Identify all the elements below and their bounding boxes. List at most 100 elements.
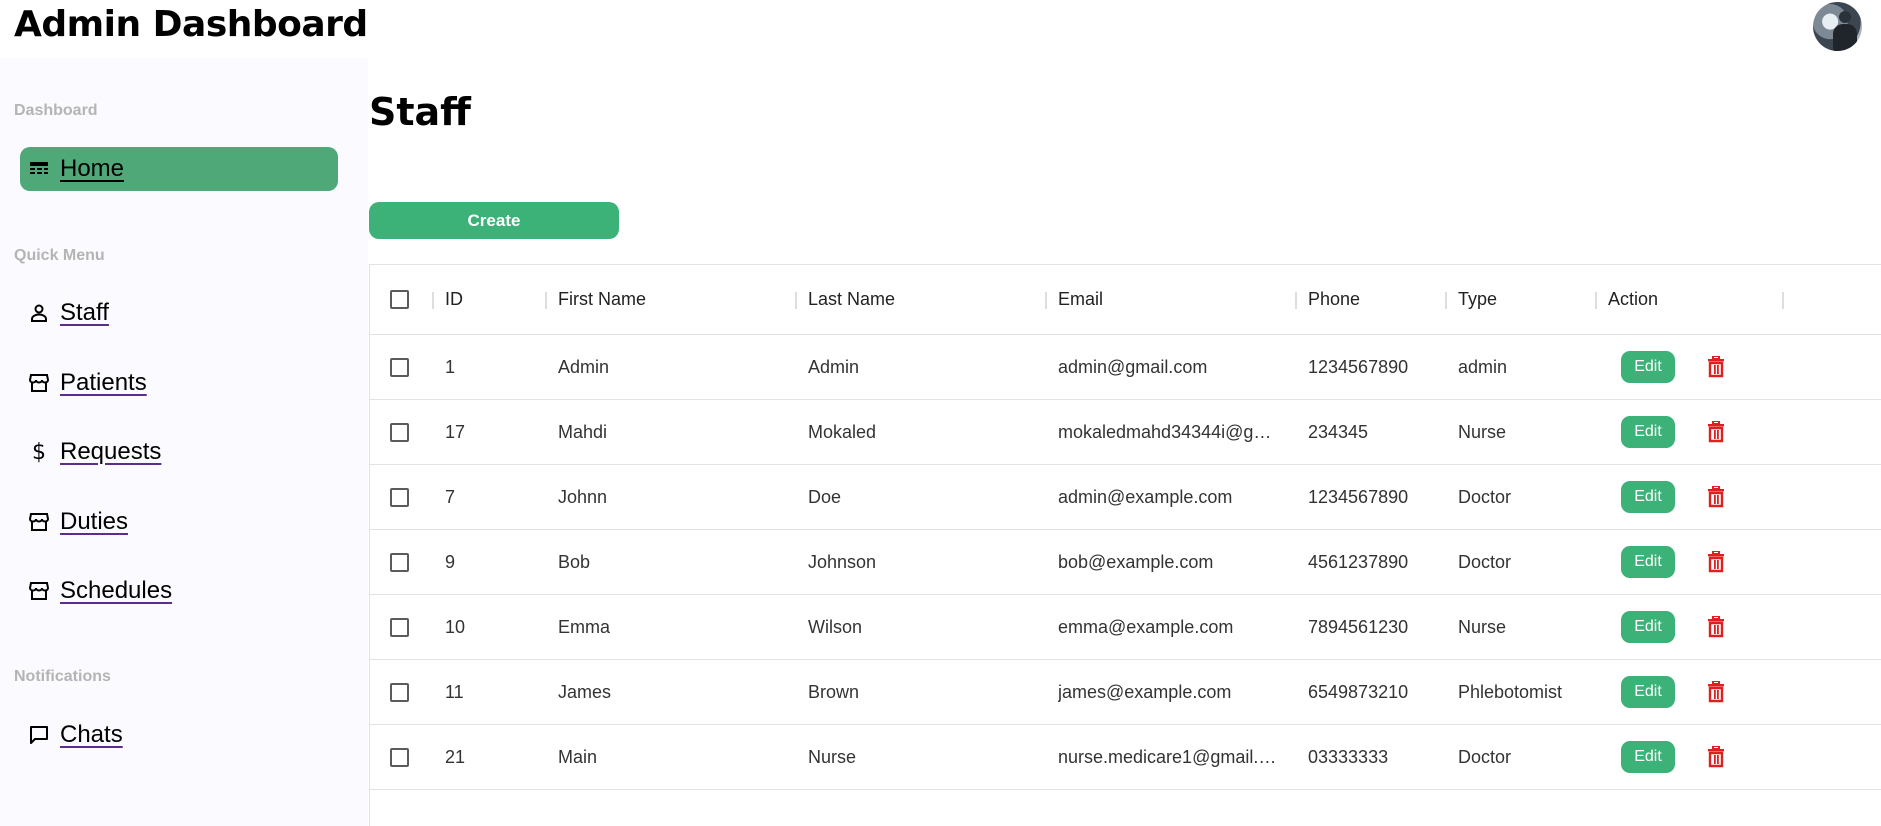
- edit-button[interactable]: Edit: [1621, 676, 1675, 708]
- sidebar-item-chats[interactable]: Chats: [20, 713, 338, 757]
- column-separator[interactable]: [1045, 292, 1047, 309]
- cell-phone: 4561237890: [1308, 551, 1409, 572]
- table-row[interactable]: 7 Johnn Doe admin@example.com 1234567890 Doct…: [370, 465, 1881, 530]
- cell-last-name: Johnson: [808, 551, 877, 572]
- column-header-email[interactable]: Email: [1058, 265, 1103, 334]
- column-separator[interactable]: [1782, 292, 1784, 309]
- edit-button[interactable]: Edit: [1621, 416, 1675, 448]
- column-separator[interactable]: [432, 292, 434, 309]
- sidebar-item-schedules[interactable]: Schedules: [20, 569, 338, 613]
- row-checkbox[interactable]: [390, 747, 409, 767]
- cell-phone: 7894561230: [1308, 616, 1409, 637]
- row-checkbox[interactable]: [390, 617, 409, 637]
- row-checkbox[interactable]: [390, 487, 409, 507]
- edit-button[interactable]: Edit: [1621, 481, 1675, 513]
- trash-icon[interactable]: [1705, 355, 1727, 379]
- column-header-first-name[interactable]: First Name: [558, 265, 646, 334]
- section-title-notifications: Notifications: [14, 668, 111, 685]
- sidebar-item-label: Patients: [60, 369, 147, 396]
- edit-button[interactable]: Edit: [1621, 611, 1675, 643]
- row-checkbox-cell: [390, 465, 409, 529]
- cell-first-name: Admin: [558, 356, 610, 377]
- trash-icon[interactable]: [1705, 745, 1727, 769]
- cell-first-name: Mahdi: [558, 421, 608, 442]
- email-text: nurse.medicare1@gmail.…: [1058, 746, 1277, 767]
- create-button[interactable]: Create: [369, 202, 619, 239]
- edit-button[interactable]: Edit: [1621, 351, 1675, 383]
- trash-icon[interactable]: [1705, 550, 1727, 574]
- email-text: bob@example.com: [1058, 551, 1214, 572]
- cell-last-name: Admin: [808, 356, 860, 377]
- table-row[interactable]: 10 Emma Wilson emma@example.com 7894561230 Nu…: [370, 595, 1881, 660]
- edit-button[interactable]: Edit: [1621, 546, 1675, 578]
- storefront-icon: [28, 511, 50, 533]
- table-row[interactable]: 9 Bob Johnson bob@example.com 4561237890 Doct…: [370, 530, 1881, 595]
- table-row[interactable]: 1 Admin Admin admin@gmail.com 1234567890 admi…: [370, 335, 1881, 400]
- cell-phone: 6549873210: [1308, 681, 1409, 702]
- column-header-last-name[interactable]: Last Name: [808, 265, 895, 334]
- sidebar-item-label: Chats: [60, 721, 123, 748]
- cell-first-name: Bob: [558, 551, 591, 572]
- cell-phone: 03333333: [1308, 746, 1389, 767]
- column-header-phone[interactable]: Phone: [1308, 265, 1360, 334]
- column-separator[interactable]: [545, 292, 547, 309]
- column-separator[interactable]: [1445, 292, 1447, 309]
- page-title: Staff: [369, 90, 471, 134]
- cell-id: 7: [445, 486, 456, 507]
- sidebar-item-staff[interactable]: Staff: [20, 291, 338, 335]
- row-checkbox-cell: [390, 530, 409, 594]
- section-title-quick-menu: Quick Menu: [14, 247, 105, 264]
- sidebar-item-label: Schedules: [60, 577, 173, 604]
- cell-action-edit: Edit: [1621, 595, 1675, 659]
- trash-icon[interactable]: [1705, 485, 1727, 509]
- dashboard-icon: [28, 158, 50, 180]
- sidebar-item-requests[interactable]: $ Requests: [20, 430, 338, 474]
- sidebar-item-label: Home: [60, 155, 125, 182]
- cell-type: Doctor: [1458, 746, 1512, 767]
- column-separator[interactable]: [795, 292, 797, 309]
- person-icon: [28, 302, 50, 324]
- top-bar: Admin Dashboard: [0, 0, 1881, 58]
- select-all-cell: [390, 265, 409, 334]
- table-row[interactable]: 11 James Brown james@example.com 6549873210 P…: [370, 660, 1881, 725]
- trash-icon[interactable]: [1705, 420, 1727, 444]
- row-checkbox[interactable]: [390, 357, 409, 377]
- column-separator[interactable]: [1595, 292, 1597, 309]
- email-text: admin@gmail.com: [1058, 356, 1208, 377]
- cell-action-edit: Edit: [1621, 530, 1675, 594]
- sidebar-item-patients[interactable]: Patients: [20, 361, 338, 405]
- cell-phone: 1234567890: [1308, 356, 1409, 377]
- column-header-type[interactable]: Type: [1458, 265, 1497, 334]
- cell-type: admin: [1458, 356, 1508, 377]
- main-content: Staff Create ID First Name Last Name Ema…: [369, 58, 1881, 826]
- column-separator[interactable]: [1295, 292, 1297, 309]
- sidebar-item-home[interactable]: Home: [20, 147, 338, 191]
- app-title: Admin Dashboard: [14, 4, 368, 45]
- cell-action-delete: [1705, 400, 1727, 464]
- table-row[interactable]: 17 Mahdi Mokaled mokaledmahd34344i@g… 234345…: [370, 400, 1881, 465]
- trash-icon[interactable]: [1705, 680, 1727, 704]
- cell-action-edit: Edit: [1621, 400, 1675, 464]
- cell-first-name: Emma: [558, 616, 611, 637]
- column-header-id[interactable]: ID: [445, 265, 463, 334]
- cell-email: admin@example.com: [1058, 465, 1280, 529]
- dollar-icon: $: [32, 439, 46, 465]
- cell-action-edit: Edit: [1621, 660, 1675, 724]
- email-text: emma@example.com: [1058, 616, 1234, 637]
- cell-action-delete: [1705, 465, 1727, 529]
- avatar[interactable]: [1813, 2, 1862, 51]
- row-checkbox[interactable]: [390, 682, 409, 702]
- row-checkbox[interactable]: [390, 552, 409, 572]
- cell-action-edit: Edit: [1621, 725, 1675, 789]
- cell-last-name: Wilson: [808, 616, 863, 637]
- cell-id: 1: [445, 356, 456, 377]
- select-all-checkbox[interactable]: [390, 290, 409, 309]
- sidebar-item-duties[interactable]: Duties: [20, 500, 338, 544]
- trash-icon[interactable]: [1705, 615, 1727, 639]
- table-row[interactable]: 21 Main Nurse nurse.medicare1@gmail.… 033333…: [370, 725, 1881, 790]
- cell-type: Doctor: [1458, 486, 1512, 507]
- cell-type: Phlebotomist: [1458, 681, 1563, 702]
- row-checkbox-cell: [390, 400, 409, 464]
- row-checkbox[interactable]: [390, 422, 409, 442]
- edit-button[interactable]: Edit: [1621, 741, 1675, 773]
